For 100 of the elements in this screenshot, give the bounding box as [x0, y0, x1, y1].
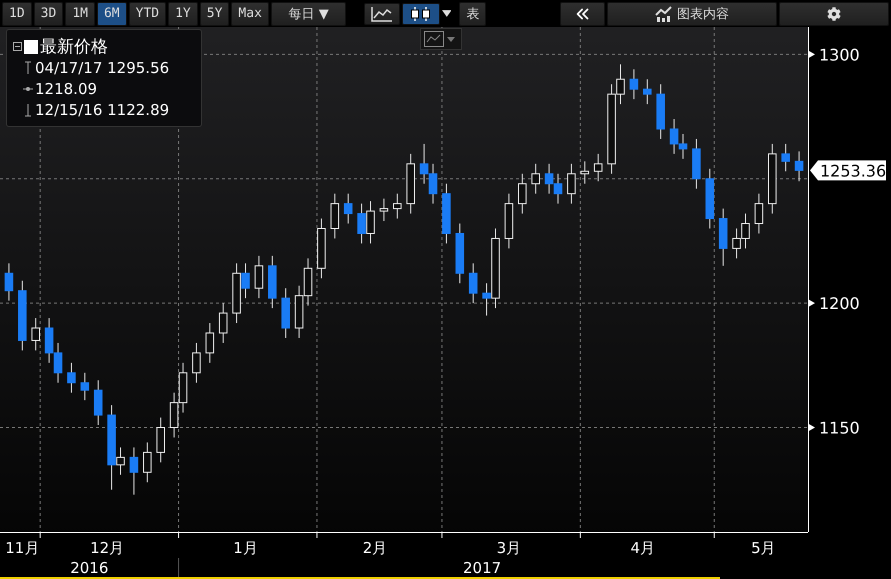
candle — [31, 318, 40, 351]
line-chart-icon — [370, 6, 393, 22]
series-swatch-icon — [24, 40, 38, 54]
candle — [732, 228, 741, 259]
candle — [794, 150, 804, 182]
candle — [304, 258, 312, 306]
year-label: 2016 — [70, 559, 108, 577]
candle — [706, 168, 714, 229]
candlestick-icon — [408, 6, 433, 22]
month-label: 11月 — [5, 539, 40, 557]
candle — [18, 280, 27, 351]
candle — [718, 208, 728, 266]
candle — [4, 262, 14, 302]
candle — [692, 138, 701, 190]
candle — [393, 193, 402, 220]
candle — [317, 218, 326, 279]
series-name: 最新价格 — [40, 36, 108, 58]
candle — [594, 153, 602, 182]
candle — [554, 173, 562, 204]
table-button[interactable]: 表 — [459, 2, 486, 26]
period-tab[interactable]: Max — [231, 2, 269, 26]
period-tab[interactable]: 1Y — [168, 2, 198, 26]
frequency-dropdown[interactable]: 每日 ▼ — [270, 2, 346, 26]
high-value: 04/17/17 1295.56 — [35, 58, 170, 76]
candle — [580, 160, 590, 184]
last-price-label: 1253.36 — [810, 160, 886, 180]
chart-type-button[interactable] — [402, 2, 440, 24]
candle — [428, 163, 438, 204]
candle — [366, 200, 375, 244]
candle — [156, 417, 165, 463]
candle — [192, 342, 201, 384]
bar-chart-icon — [655, 6, 674, 22]
candle — [44, 318, 54, 364]
dropdown-caret-icon[interactable] — [442, 10, 452, 18]
candle — [567, 163, 576, 204]
month-label: 2月 — [362, 539, 388, 557]
period-tab[interactable]: 1M — [65, 2, 95, 26]
low-marker-icon — [23, 102, 33, 116]
candle — [380, 198, 388, 222]
candle — [768, 143, 777, 214]
year-label: 2017 — [463, 559, 502, 577]
candle — [670, 118, 678, 154]
line-chart-icon — [424, 31, 444, 47]
month-label: 3月 — [496, 539, 522, 557]
candle — [218, 302, 228, 344]
candle — [468, 262, 478, 304]
candle — [268, 255, 277, 309]
candle — [531, 163, 540, 194]
collapse-button[interactable] — [560, 2, 606, 26]
chart-style-button[interactable] — [420, 28, 462, 50]
period-tab[interactable]: YTD — [128, 2, 166, 26]
settings-button[interactable] — [778, 2, 889, 26]
candle — [656, 84, 665, 140]
candle — [741, 213, 750, 249]
month-label: 5月 — [751, 539, 776, 557]
y-axis-label: 1150 — [819, 418, 860, 438]
candle — [80, 372, 90, 401]
candle — [143, 442, 152, 483]
candle — [442, 183, 451, 244]
candle — [281, 288, 290, 338]
candle — [678, 133, 688, 160]
candle — [178, 362, 188, 414]
average-value: 1218.09 — [35, 80, 98, 98]
candle — [420, 143, 428, 184]
candle — [544, 163, 554, 194]
chart-content-button[interactable]: 图表内容 — [607, 2, 777, 26]
candle — [206, 322, 214, 364]
candle — [94, 380, 102, 426]
candle — [130, 446, 138, 496]
candle — [294, 285, 304, 338]
candle — [357, 203, 366, 244]
chart-type-button[interactable] — [364, 2, 400, 24]
candle — [781, 143, 790, 172]
candle — [518, 173, 527, 214]
candle — [54, 342, 62, 384]
candle — [344, 193, 352, 224]
month-label: 1月 — [233, 539, 258, 557]
collapse-tree-icon[interactable] — [13, 42, 22, 51]
y-axis-label: 1200 — [819, 294, 860, 314]
period-tab[interactable]: 1D — [2, 2, 32, 26]
month-label: 4月 — [630, 539, 656, 557]
month-label: 12月 — [90, 539, 124, 557]
y-axis-label: 1300 — [819, 45, 860, 64]
candle — [406, 153, 415, 214]
period-tab[interactable]: 3D — [34, 2, 64, 26]
candle — [456, 223, 464, 284]
period-tab[interactable]: 6M — [96, 2, 127, 26]
candle — [643, 78, 652, 105]
candle — [630, 68, 638, 100]
candle — [330, 193, 340, 239]
period-tab[interactable]: 5Y — [200, 2, 230, 26]
dropdown-caret-icon — [447, 36, 455, 42]
settings-icon — [826, 6, 841, 20]
candle — [254, 255, 264, 299]
candle — [67, 362, 76, 394]
high-marker-icon — [23, 60, 33, 74]
candle — [504, 193, 514, 249]
candle — [170, 392, 178, 438]
low-value: 12/15/16 1122.89 — [35, 100, 170, 118]
candle — [754, 193, 764, 234]
